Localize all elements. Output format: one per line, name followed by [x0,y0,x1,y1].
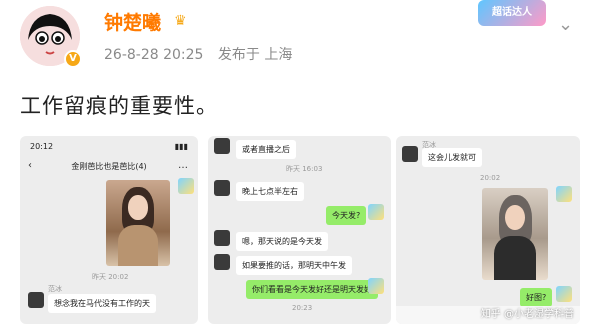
chat-message: 想念我在马代没有工作的天 [48,294,156,313]
sender-avatar [214,254,230,270]
chevron-down-icon[interactable]: ⌄ [558,14,573,35]
chat-message: 晚上七点半左右 [236,182,304,201]
chat-message-mine: 今天发? [326,206,367,225]
my-avatar [556,286,572,302]
post-meta: 26-8-28 20:25 发布于 上海 [104,44,292,64]
back-icon: ‹ [28,160,32,171]
sender-avatar [214,180,230,196]
chat-message-mine: 你们看看是今天发好还是明天发好 [246,280,378,299]
status-bar: 20:12 ▮▮▮ [20,136,198,156]
chat-message: 这会儿发就可 [422,148,482,167]
my-avatar [556,186,572,202]
chat-message: 嗯，那天说的是今天发 [236,232,328,251]
post-text: 工作留痕的重要性。 [20,94,218,118]
more-icon: … [178,160,188,171]
screenshot-2[interactable]: 或者直播之后 昨天 16:03 晚上七点半左右 今天发? 嗯，那天说的是今天发 … [208,136,391,324]
signal-icon: ▮▮▮ [174,142,188,151]
weibo-post: V 钟楚曦 ♛ 26-8-28 20:25 发布于 上海 超话达人 ⌄ 工作留痕… [0,0,600,329]
screenshot-3[interactable]: 范冰 这会儿发就可 20:02 好图? 知乎 @小老湿学科普 [396,136,580,324]
my-avatar [368,278,384,294]
post-location: 发布于 上海 [217,47,293,63]
post-date: 26-8-28 20:25 [104,47,204,63]
chat-message: 如果要推的话，那明天中午发 [236,256,352,275]
sender-name: 范冰 [48,285,62,293]
verified-badge-icon: V [64,50,82,68]
chat-message: 或者直播之后 [236,140,296,159]
chat-timestamp: 20:02 [480,174,501,182]
sender-avatar [214,230,230,246]
chat-timestamp: 昨天 16:03 [286,165,323,173]
sender-avatar [214,138,230,154]
screenshot-1[interactable]: 20:12 ▮▮▮ ‹ 金刚芭比也是芭比(4) … 昨天 20:02 范冰 想念… [20,136,198,324]
status-time: 20:12 [30,142,54,151]
sender-avatar [402,146,418,162]
crown-icon: ♛ [174,13,187,29]
my-avatar [368,204,384,220]
chat-timestamp: 20:23 [292,304,313,312]
watermark: 知乎 @小老湿学科普 [480,309,574,320]
chat-timestamp: 昨天 20:02 [92,273,129,281]
sender-avatar [28,292,44,308]
chat-title: 金刚芭比也是芭比(4) [71,162,147,171]
my-avatar [178,178,194,194]
chat-photo [482,188,548,280]
promo-badge[interactable]: 超话达人 [478,0,546,26]
chat-photo [106,180,170,266]
username[interactable]: 钟楚曦 [104,8,161,35]
